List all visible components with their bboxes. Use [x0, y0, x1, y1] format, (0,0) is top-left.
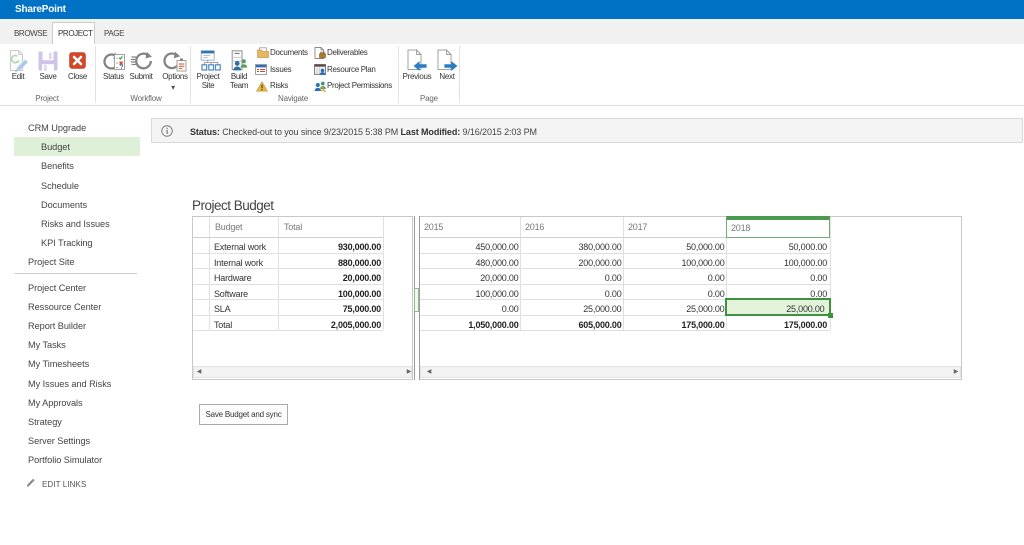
- svg-text:?: ?: [120, 64, 124, 71]
